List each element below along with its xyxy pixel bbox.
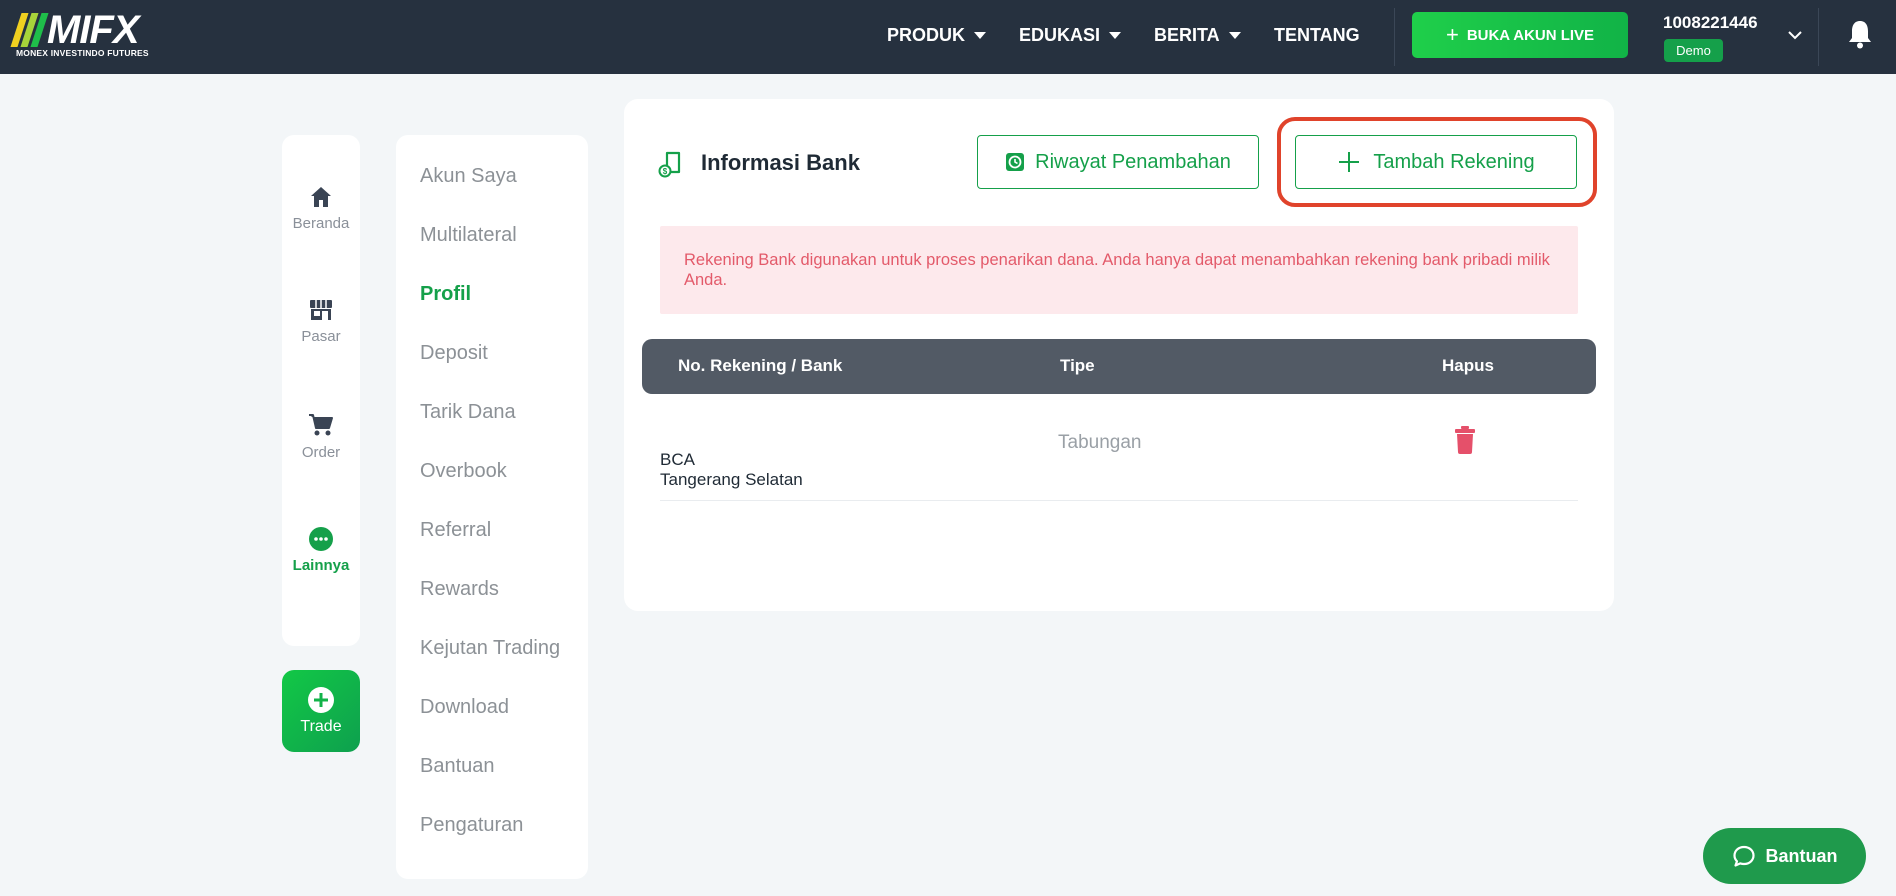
trade-label: Trade [300, 718, 342, 735]
bell-icon[interactable] [1846, 18, 1874, 50]
home-icon [311, 187, 331, 207]
plus-icon: + [1445, 22, 1459, 47]
cart-icon [309, 414, 333, 436]
chat-bubble-icon [1732, 845, 1755, 867]
column-header-account: No. Rekening / Bank [678, 356, 843, 375]
profile-menu: Akun Saya Multilateral Profil Deposit Ta… [396, 135, 588, 879]
account-type-badge: Demo [1664, 39, 1723, 62]
trade-button[interactable]: Trade [282, 670, 360, 752]
nav-edukasi-label: EDUKASI [1019, 24, 1101, 45]
rail-item-beranda[interactable]: Beranda [282, 185, 360, 232]
menu-item-profil[interactable]: Profil [420, 283, 471, 306]
menu-item-download[interactable]: Download [420, 696, 509, 719]
history-button-label: Riwayat Penambahan [1035, 150, 1231, 173]
add-account-button-label: Tambah Rekening [1373, 150, 1535, 173]
menu-item-tarik-dana[interactable]: Tarik Dana [420, 401, 516, 424]
card-title: Informasi Bank [701, 150, 860, 175]
history-button[interactable]: Riwayat Penambahan [977, 135, 1259, 189]
logo-text: MIFX [47, 8, 140, 52]
menu-item-kejutan-trading[interactable]: Kejutan Trading [420, 637, 560, 660]
open-live-account-button[interactable]: + BUKA AKUN LIVE [1412, 12, 1628, 58]
rail-item-label: Order [301, 444, 341, 461]
rail-item-lainnya[interactable]: Lainnya [282, 527, 360, 574]
menu-item-overbook[interactable]: Overbook [420, 460, 507, 483]
account-number: 1008221446 [1663, 13, 1758, 32]
bank-branch: Tangerang Selatan [660, 470, 803, 489]
help-chat-button[interactable]: Bantuan [1703, 828, 1866, 884]
nav-edukasi[interactable]: EDUKASI [1019, 0, 1122, 70]
logo-subtitle: MONEX INVESTINDO FUTURES [16, 48, 149, 58]
mifx-logo[interactable]: MIFX MONEX INVESTINDO FUTURES [10, 8, 171, 60]
rail-item-label: Pasar [301, 328, 341, 345]
rail-item-order[interactable]: Order [282, 412, 360, 461]
menu-item-deposit[interactable]: Deposit [420, 342, 488, 365]
top-navigation-bar: MIFX MONEX INVESTINDO FUTURES PRODUK EDU… [0, 0, 1896, 74]
header-divider [1818, 8, 1819, 66]
nav-tentang-label: TENTANG [1274, 24, 1360, 45]
caret-down-icon [1109, 31, 1122, 39]
add-account-button[interactable]: Tambah Rekening [1295, 135, 1577, 189]
info-alert: Rekening Bank digunakan untuk proses pen… [660, 226, 1578, 314]
logo-stripes [10, 13, 49, 47]
menu-item-pengaturan[interactable]: Pengaturan [420, 814, 523, 837]
bank-cell: BCA Tangerang Selatan [660, 450, 803, 490]
header-divider [1394, 8, 1395, 66]
plus-circle-icon [308, 687, 334, 713]
more-icon [309, 527, 333, 551]
bank-document-icon: $ [658, 151, 681, 178]
side-icon-rail: Beranda Pasar Order Lainnya [282, 135, 360, 646]
nav-produk-label: PRODUK [887, 24, 966, 45]
rail-item-label: Lainnya [292, 557, 350, 574]
nav-berita-label: BERITA [1154, 24, 1220, 45]
nav-tentang[interactable]: TENTANG [1274, 0, 1360, 70]
rail-item-pasar[interactable]: Pasar [282, 298, 360, 345]
trash-icon[interactable] [1454, 425, 1476, 455]
clock-icon [1006, 153, 1025, 171]
help-button-label: Bantuan [1765, 845, 1838, 866]
chevron-down-icon[interactable] [1786, 26, 1804, 44]
caret-down-icon [974, 31, 987, 39]
rail-item-label: Beranda [292, 215, 350, 232]
column-header-delete: Hapus [1442, 356, 1494, 375]
bank-name: BCA [660, 450, 695, 469]
table-header: No. Rekening / Bank Tipe Hapus [642, 339, 1596, 394]
store-icon [310, 300, 332, 320]
menu-item-akun-saya[interactable]: Akun Saya [420, 165, 517, 188]
menu-item-referral[interactable]: Referral [420, 519, 491, 542]
svg-text:$: $ [663, 167, 668, 176]
column-header-type: Tipe [1060, 356, 1095, 375]
menu-item-multilateral[interactable]: Multilateral [420, 224, 517, 247]
nav-berita[interactable]: BERITA [1154, 0, 1241, 70]
nav-produk[interactable]: PRODUK [887, 0, 987, 70]
plus-icon [1339, 152, 1360, 172]
menu-item-rewards[interactable]: Rewards [420, 578, 499, 601]
caret-down-icon [1228, 31, 1241, 39]
menu-item-bantuan[interactable]: Bantuan [420, 755, 495, 778]
account-type-cell: Tabungan [1058, 432, 1142, 453]
open-live-account-label: BUKA AKUN LIVE [1466, 26, 1595, 44]
